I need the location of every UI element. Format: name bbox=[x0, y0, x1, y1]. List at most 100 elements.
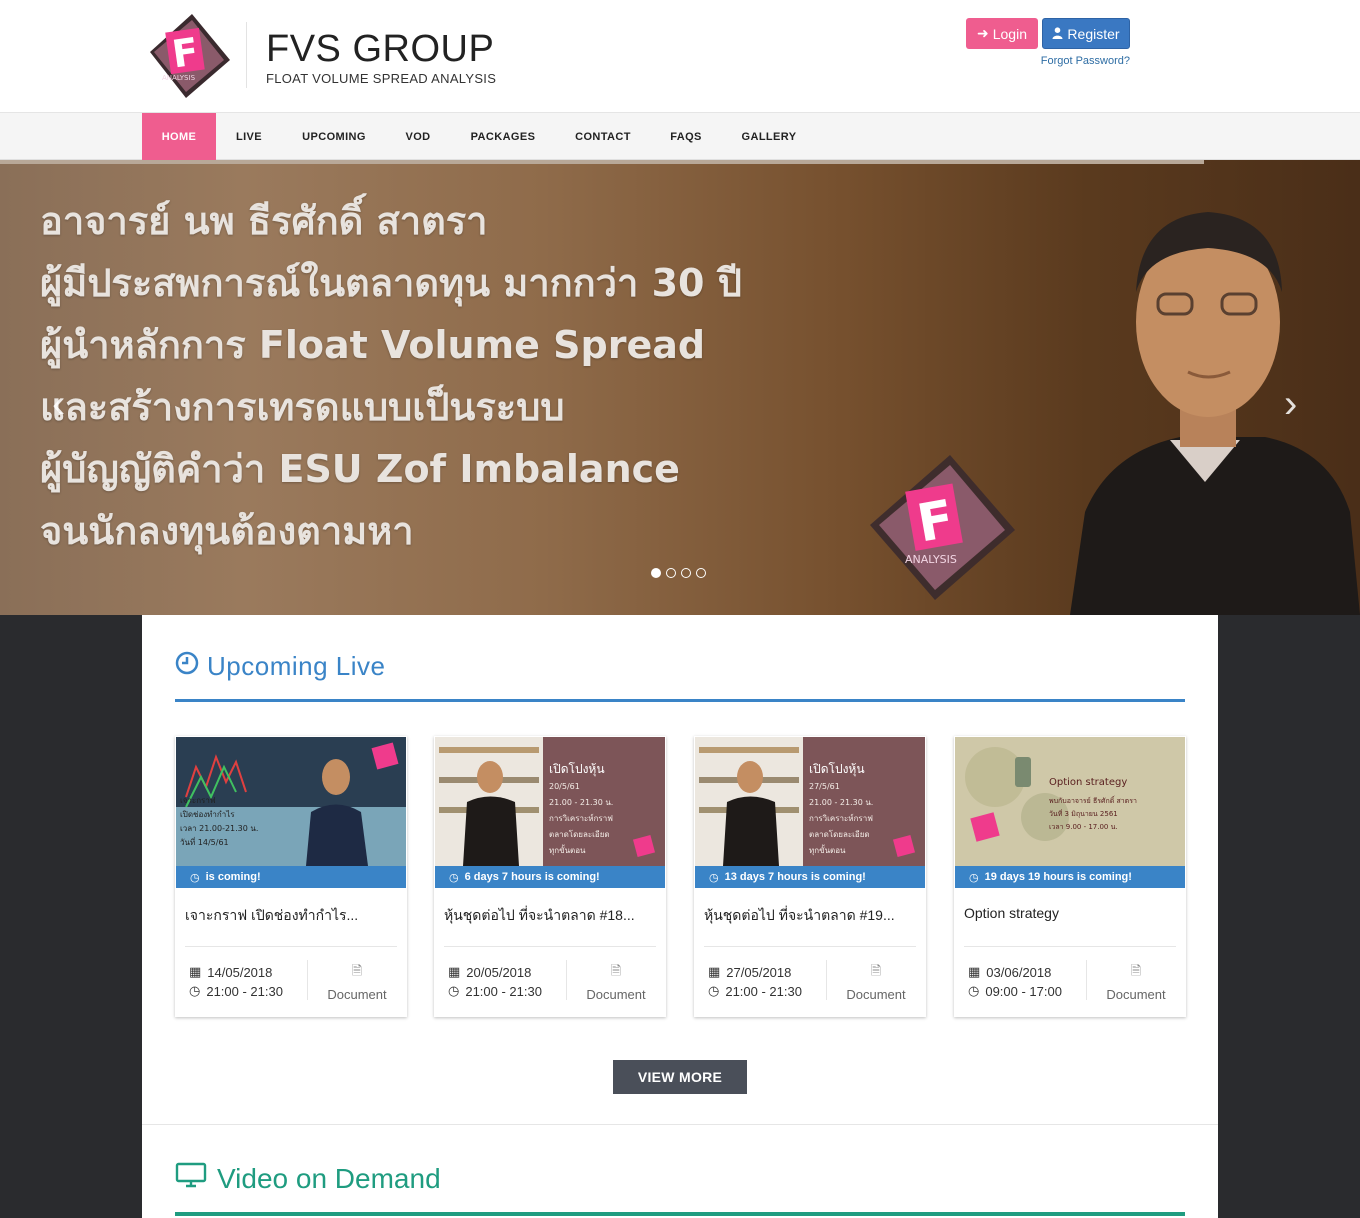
nav-packages[interactable]: PACKAGES bbox=[458, 113, 548, 160]
card-divider bbox=[444, 946, 656, 947]
nav-home[interactable]: HOME bbox=[142, 113, 216, 160]
document-link[interactable]: 🗎 Document bbox=[315, 962, 399, 1002]
document-link[interactable]: 🗎 Document bbox=[834, 962, 918, 1002]
event-time: ◷ 21:00 - 21:30 bbox=[189, 983, 283, 999]
event-thumbnail: เปิดโปงหุ้น 20/5/61 21.00 - 21.30 น. การ… bbox=[435, 737, 665, 866]
event-date: ▦ 27/05/2018 bbox=[708, 964, 791, 980]
event-title[interactable]: เจาะกราฟ เปิดช่องทำกำไร... bbox=[185, 905, 397, 927]
carousel-next-arrow[interactable]: › bbox=[1284, 382, 1297, 427]
meta-divider bbox=[566, 960, 567, 1000]
user-icon bbox=[1052, 26, 1063, 42]
card-divider bbox=[704, 946, 916, 947]
upcoming-live-heading: Upcoming Live bbox=[175, 651, 385, 682]
event-title[interactable]: หุ้นชุดต่อไป ที่จะนำตลาด #18... bbox=[444, 905, 656, 927]
logo-divider bbox=[246, 22, 247, 88]
clock-icon: ◷ bbox=[449, 871, 459, 884]
view-more-button[interactable]: VIEW MORE bbox=[613, 1060, 747, 1094]
brand-subtitle: FLOAT VOLUME SPREAD ANALYSIS bbox=[266, 71, 497, 86]
svg-text:21.00 - 21.30 น.: 21.00 - 21.30 น. bbox=[809, 798, 873, 807]
svg-text:เจาะกราฟ: เจาะกราฟ bbox=[180, 796, 216, 805]
svg-text:เวลา 9.00 - 17.00 น.: เวลา 9.00 - 17.00 น. bbox=[1049, 823, 1118, 831]
carousel-dot[interactable] bbox=[696, 568, 706, 578]
document-icon: 🗎 bbox=[351, 963, 363, 978]
event-date: ▦ 14/05/2018 bbox=[189, 964, 272, 980]
carousel-dot[interactable] bbox=[681, 568, 691, 578]
nav-gallery[interactable]: GALLERY bbox=[728, 113, 810, 160]
section-divider bbox=[142, 1124, 1218, 1125]
svg-text:พบกับอาจารย์ ธีรศักดิ์ สาตรา: พบกับอาจารย์ ธีรศักดิ์ สาตรา bbox=[1049, 795, 1137, 805]
svg-text:ทุกขั้นตอน: ทุกขั้นตอน bbox=[809, 844, 846, 855]
forgot-password-link[interactable]: Forgot Password? bbox=[1041, 55, 1130, 67]
event-title[interactable]: Option strategy bbox=[964, 905, 1176, 921]
hero-top-line bbox=[0, 160, 1204, 164]
brand-title[interactable]: FVS GROUP bbox=[266, 28, 494, 71]
hero-line: ผู้บัญญัติคำว่า ESU Zof Imbalance bbox=[40, 447, 680, 491]
section-rule bbox=[175, 699, 1185, 702]
vod-heading: Video on Demand bbox=[175, 1162, 441, 1195]
document-label: Document bbox=[1106, 987, 1166, 1002]
event-date-value: 27/05/2018 bbox=[726, 964, 792, 980]
svg-text:วันที่ 3 มิถุนายน 2561: วันที่ 3 มิถุนายน 2561 bbox=[1049, 809, 1118, 818]
document-label: Document bbox=[846, 987, 906, 1002]
nav-vod[interactable]: VOD bbox=[392, 113, 444, 160]
document-icon: 🗎 bbox=[610, 963, 622, 978]
countdown-bar: ◷ 19 days 19 hours is coming! bbox=[955, 866, 1185, 888]
vod-rule bbox=[175, 1212, 1185, 1216]
calendar-icon: ▦ bbox=[968, 964, 981, 979]
carousel-indicators bbox=[651, 568, 706, 578]
card-divider bbox=[964, 946, 1176, 947]
hero-line: จนนักลงทุนต้องตามหา bbox=[40, 509, 414, 553]
presenter-photo bbox=[1070, 212, 1360, 615]
svg-text:ตลาดโดยละเอียด: ตลาดโดยละเอียด bbox=[809, 829, 870, 839]
site-header: F ANALYSIS FVS GROUP FLOAT VOLUME SPREAD… bbox=[0, 0, 1360, 113]
document-link[interactable]: 🗎 Document bbox=[574, 962, 658, 1002]
carousel-prev-arrow[interactable]: ‹ bbox=[52, 382, 65, 427]
document-icon: 🗎 bbox=[1130, 963, 1142, 978]
clock-icon bbox=[175, 651, 199, 682]
register-button[interactable]: Register bbox=[1042, 18, 1130, 49]
clock-icon: ◷ bbox=[969, 871, 979, 884]
clock-icon: ◷ bbox=[709, 871, 719, 884]
fvs-logo[interactable]: F ANALYSIS bbox=[140, 12, 232, 100]
event-title[interactable]: หุ้นชุดต่อไป ที่จะนำตลาด #19... bbox=[704, 905, 916, 927]
nav-live[interactable]: LIVE bbox=[222, 113, 276, 160]
event-time-value: 21:00 - 21:30 bbox=[206, 983, 283, 999]
login-button[interactable]: ➜ Login bbox=[966, 18, 1038, 49]
event-card[interactable]: เปิดโปงหุ้น 27/5/61 21.00 - 21.30 น. การ… bbox=[694, 736, 926, 1017]
event-date-value: 20/05/2018 bbox=[466, 964, 532, 980]
event-card[interactable]: Option strategy พบกับอาจารย์ ธีรศักดิ์ ส… bbox=[954, 736, 1186, 1017]
countdown-bar: ◷ 13 days 7 hours is coming! bbox=[695, 866, 925, 888]
event-thumbnail: เปิดโปงหุ้น 27/5/61 21.00 - 21.30 น. การ… bbox=[695, 737, 925, 866]
nav-faqs[interactable]: FAQS bbox=[658, 113, 714, 160]
clock-icon: ◷ bbox=[968, 983, 980, 998]
monitor-icon bbox=[175, 1162, 207, 1195]
document-label: Document bbox=[327, 987, 387, 1002]
countdown-text: is coming! bbox=[205, 871, 261, 883]
document-link[interactable]: 🗎 Document bbox=[1094, 962, 1178, 1002]
document-icon: 🗎 bbox=[870, 963, 882, 978]
countdown-text: 6 days 7 hours is coming! bbox=[464, 871, 600, 883]
nav-contact[interactable]: CONTACT bbox=[562, 113, 644, 160]
main-nav: HOME LIVE UPCOMING VOD PACKAGES CONTACT … bbox=[0, 113, 1360, 160]
calendar-icon: ▦ bbox=[189, 964, 202, 979]
hero-line: ผู้มีประสพการณ์ในตลาดทุน มากกว่า 30 ปี bbox=[40, 261, 742, 305]
vod-title: Video on Demand bbox=[217, 1162, 441, 1194]
content-panel: Upcoming Live เจาะกราฟ เปิดช่องทำกำไร เว… bbox=[142, 615, 1218, 1218]
event-time-value: 21:00 - 21:30 bbox=[725, 983, 802, 999]
nav-upcoming[interactable]: UPCOMING bbox=[290, 113, 378, 160]
register-label: Register bbox=[1067, 25, 1120, 42]
event-card[interactable]: เปิดโปงหุ้น 20/5/61 21.00 - 21.30 น. การ… bbox=[434, 736, 666, 1017]
upcoming-live-title: Upcoming Live bbox=[207, 651, 386, 681]
carousel-dot[interactable] bbox=[666, 568, 676, 578]
sign-in-icon: ➜ bbox=[977, 25, 989, 41]
carousel-dot[interactable] bbox=[651, 568, 661, 578]
event-time: ◷ 21:00 - 21:30 bbox=[448, 983, 542, 999]
document-label: Document bbox=[586, 987, 646, 1002]
hero-line: และสร้างการเทรดแบบเป็นระบบ bbox=[40, 385, 565, 429]
event-card[interactable]: เจาะกราฟ เปิดช่องทำกำไร เวลา 21.00-21.30… bbox=[175, 736, 407, 1017]
svg-text:ANALYSIS: ANALYSIS bbox=[905, 553, 957, 566]
hero-carousel: อาจารย์ นพ ธีรศักดิ์ สาตรา ผู้มีประสพการ… bbox=[0, 160, 1360, 615]
calendar-icon: ▦ bbox=[708, 964, 721, 979]
event-thumbnail: เจาะกราฟ เปิดช่องทำกำไร เวลา 21.00-21.30… bbox=[176, 737, 406, 866]
svg-text:ทุกขั้นตอน: ทุกขั้นตอน bbox=[549, 844, 586, 855]
